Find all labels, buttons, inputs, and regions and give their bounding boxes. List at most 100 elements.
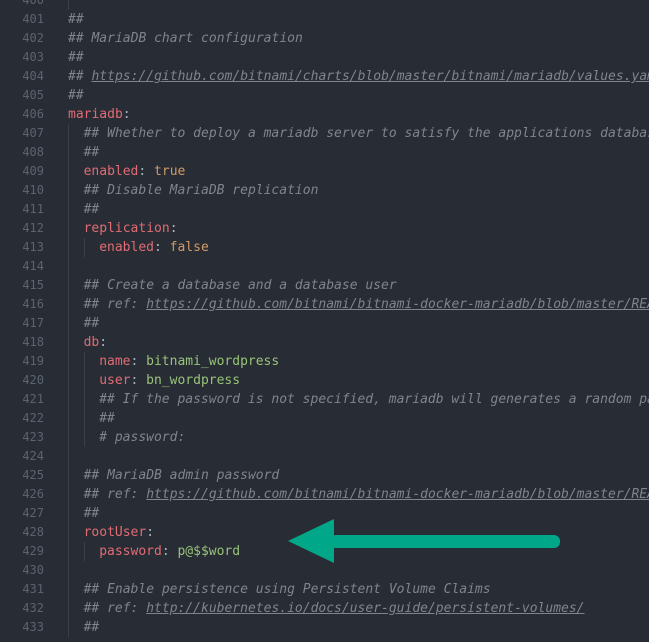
line-number: 407 (22, 126, 44, 140)
line-number: 414 (22, 259, 44, 273)
token-key: replication (83, 221, 170, 236)
token-punct: : (146, 525, 155, 540)
token-key: rootUser (83, 525, 147, 540)
code-text: ## Enable persistence using Persistent V… (68, 580, 649, 599)
token-url[interactable]: https://github.com/bitnami/bitnami-docke… (146, 487, 649, 502)
token-comment: ## MariaDB chart configuration (68, 31, 303, 46)
code-text: ## (68, 314, 649, 333)
code-line[interactable]: 403 ## (0, 48, 649, 67)
code-line[interactable]: 430 (0, 561, 649, 580)
token-comment: ## Disable MariaDB replication (83, 183, 319, 198)
line-number: 413 (22, 240, 44, 254)
token-key: user (99, 373, 131, 388)
code-line[interactable]: 407 ## Whether to deploy a mariadb server… (0, 124, 649, 143)
code-line[interactable]: 408 ## (0, 143, 649, 162)
line-number: 411 (22, 202, 44, 216)
code-text: ## ref: https://github.com/bitnami/bitna… (68, 485, 649, 504)
code-line[interactable]: 433 ## (0, 618, 649, 637)
token-key: password (99, 544, 162, 559)
code-line[interactable]: 409 enabled: true (0, 162, 649, 181)
line-number: 412 (22, 221, 44, 235)
token-comment: ## (83, 506, 100, 521)
code-text: ## (68, 200, 649, 219)
line-number: 429 (22, 544, 44, 558)
code-line[interactable]: 425 ## MariaDB admin password (0, 466, 649, 485)
code-text: ## MariaDB chart configuration (68, 29, 649, 48)
code-line[interactable]: 401 ## (0, 10, 649, 29)
token-key: enabled (99, 240, 154, 255)
token-comment: ## (83, 620, 100, 635)
token-url[interactable]: http://kubernetes.io/docs/user-guide/per… (146, 601, 584, 616)
code-line[interactable]: 420 user: bn_wordpress (0, 371, 649, 390)
token-comment: ## Whether to deploy a mariadb server to… (83, 126, 649, 141)
code-text: enabled: true (68, 162, 649, 181)
code-text: name: bitnami_wordpress (68, 352, 649, 371)
code-line[interactable]: 400 (0, 0, 649, 10)
code-text: replication: (68, 219, 649, 238)
code-line[interactable]: 428 rootUser: (0, 523, 649, 542)
code-line[interactable]: 419 name: bitnami_wordpress (0, 352, 649, 371)
token-punct: : (169, 221, 178, 236)
code-line[interactable]: 418 db: (0, 333, 649, 352)
token-bool: false (169, 240, 209, 255)
code-text: ## Create a database and a database user (68, 276, 649, 295)
code-line[interactable]: 415 ## Create a database and a database u… (0, 276, 649, 295)
code-line[interactable]: 414 (0, 257, 649, 276)
code-line[interactable]: 402 ## MariaDB chart configuration (0, 29, 649, 48)
token-url[interactable]: https://github.com/bitnami/charts/blob/m… (91, 69, 649, 84)
code-line[interactable]: 423 # password: (0, 428, 649, 447)
code-text: ## Whether to deploy a mariadb server to… (68, 124, 649, 143)
token-comment: ## (68, 69, 92, 84)
code-line[interactable]: 410 ## Disable MariaDB replication (0, 181, 649, 200)
code-line[interactable]: 405 ## (0, 86, 649, 105)
line-number: 433 (22, 620, 44, 634)
code-line[interactable]: 411 ## (0, 200, 649, 219)
token-comment: ## (68, 88, 84, 103)
indent-guide (84, 352, 85, 447)
token-comment: ## (68, 50, 84, 65)
line-number: 417 (22, 316, 44, 330)
token-comment: ## (68, 12, 84, 27)
indent-guide (84, 542, 85, 561)
code-text: rootUser: (68, 523, 649, 542)
token-str: bitnami_wordpress (146, 354, 280, 369)
code-line[interactable]: 406 mariadb: (0, 105, 649, 124)
token-comment: ## (83, 316, 100, 331)
code-line[interactable]: 413 enabled: false (0, 238, 649, 257)
code-line[interactable]: 417 ## (0, 314, 649, 333)
line-number: 401 (22, 12, 44, 26)
code-line[interactable]: 432 ## ref: http://kubernetes.io/docs/use… (0, 599, 649, 618)
line-number: 422 (22, 411, 44, 425)
code-line[interactable]: 429 password: p@$$word (0, 542, 649, 561)
code-line[interactable]: 416 ## ref: https://github.com/bitnami/bi… (0, 295, 649, 314)
code-line[interactable]: 404 ## https://github.com/bitnami/charts/… (0, 67, 649, 86)
code-text: ## If the password is not specified, mar… (68, 390, 649, 409)
line-number: 430 (22, 563, 44, 577)
token-comment: ## (83, 202, 100, 217)
token-url[interactable]: https://github.com/bitnami/bitnami-docke… (146, 297, 649, 312)
line-number: 409 (22, 164, 44, 178)
code-line[interactable]: 431 ## Enable persistence using Persisten… (0, 580, 649, 599)
token-str: p@$$word (177, 544, 241, 559)
code-editor[interactable]: 400 401 ## 402 ## MariaDB chart configuratio… (0, 0, 649, 637)
code-text: # password: (68, 428, 649, 447)
code-line[interactable]: 426 ## ref: https://github.com/bitnami/bi… (0, 485, 649, 504)
token-comment: ## Create a database and a database user (83, 278, 397, 293)
line-number: 406 (22, 107, 44, 121)
token-punct: : (161, 544, 178, 559)
code-line[interactable]: 424 (0, 447, 649, 466)
token-str: bn_wordpress (146, 373, 241, 388)
code-line[interactable]: 427 ## (0, 504, 649, 523)
code-line[interactable]: 421 ## If the password is not specified, … (0, 390, 649, 409)
line-number: 421 (22, 392, 44, 406)
token-punct: : (130, 354, 147, 369)
token-comment: ## ref: (83, 297, 147, 312)
token-comment: ## MariaDB admin password (83, 468, 280, 483)
token-comment: ## (83, 145, 100, 160)
line-number: 423 (22, 430, 44, 444)
code-text: ## (68, 10, 649, 29)
code-line[interactable]: 412 replication: (0, 219, 649, 238)
code-line[interactable]: 422 ## (0, 409, 649, 428)
code-text: enabled: false (68, 238, 649, 257)
token-punct: : (138, 164, 155, 179)
